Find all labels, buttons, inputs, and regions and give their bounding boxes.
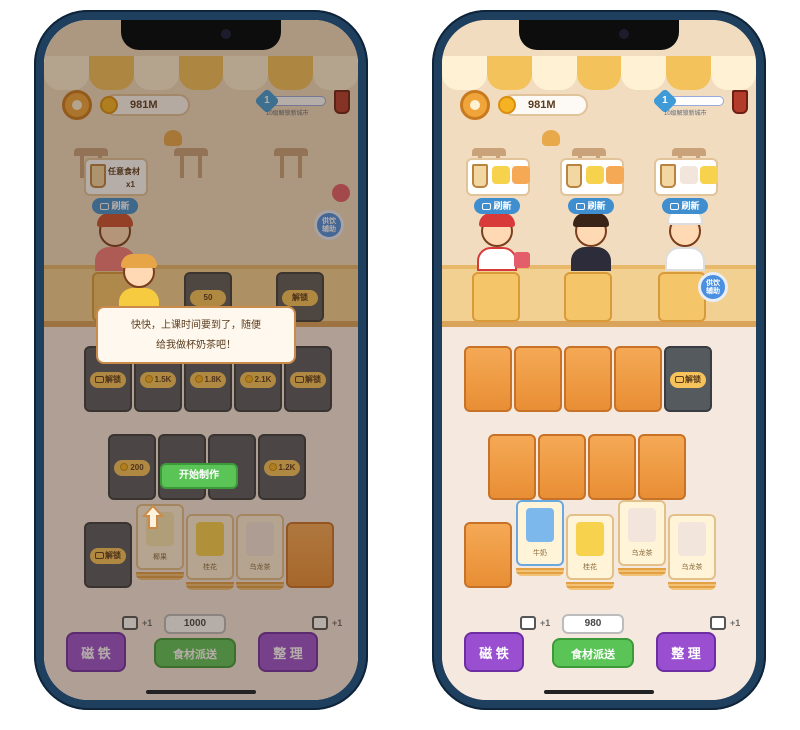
milk-tea-icon: [566, 164, 582, 188]
dispatch-count: 980: [562, 614, 624, 634]
phone-left: 981M 1 10级解锁新城市 任意食材 x1 刷新 供饮 辅助 50 解锁 解…: [34, 10, 368, 710]
wood-card[interactable]: [514, 346, 562, 412]
refresh-button[interactable]: 刷新: [568, 198, 614, 214]
osmanthus-icon: [700, 166, 718, 184]
help-bubble[interactable]: 供饮 辅助: [698, 272, 728, 302]
wood-card[interactable]: [638, 434, 686, 500]
coin-icon: [498, 96, 516, 114]
coin-balance: 981M: [498, 94, 588, 116]
tutorial-girl: [114, 254, 164, 312]
wood-card[interactable]: [464, 346, 512, 412]
refresh-button[interactable]: 刷新: [474, 198, 520, 214]
counter-slot[interactable]: [472, 272, 520, 322]
wood-card[interactable]: [588, 434, 636, 500]
oolong-card[interactable]: 乌龙茶: [618, 500, 666, 566]
awning: [442, 56, 756, 90]
video-icon: [670, 203, 680, 210]
dispatch-button[interactable]: 食材派送: [552, 638, 634, 668]
video-icon: [710, 616, 726, 630]
hand-pointer-icon: [142, 504, 164, 529]
wood-card[interactable]: [538, 434, 586, 500]
ingredient-icon: [680, 166, 698, 184]
milk-tea-icon: [660, 164, 676, 188]
tutorial-dialog: 快快，上课时间要到了，随便 给我做杯奶茶吧！: [96, 306, 296, 364]
notch: [519, 20, 679, 50]
settings-gear-icon[interactable]: [460, 90, 490, 120]
video-icon: [576, 203, 586, 210]
order-card: [466, 158, 530, 196]
home-indicator: [146, 690, 256, 694]
osmanthus-card[interactable]: 桂花: [566, 514, 614, 580]
wood-card[interactable]: [564, 346, 612, 412]
video-icon: [520, 616, 536, 630]
heart-icon: [514, 252, 530, 268]
video-icon: [482, 203, 492, 210]
wood-card[interactable]: [614, 346, 662, 412]
locked-card[interactable]: 解锁: [664, 346, 712, 412]
wood-card[interactable]: [464, 522, 512, 588]
home-indicator: [544, 690, 654, 694]
ingredient-icon: [512, 166, 530, 184]
plant-icon: [542, 130, 560, 146]
notch: [121, 20, 281, 50]
customer-boy-suit: [566, 213, 616, 271]
milk-card[interactable]: 牛奶: [516, 500, 564, 566]
order-card: [560, 158, 624, 196]
game-screen-right: 981M 1 10级解锁新城市 刷新 刷新 刷新 供饮 辅助 解锁 牛奶 桂花 …: [442, 20, 756, 700]
osmanthus-icon: [586, 166, 604, 184]
level-unlock-text: 10级解锁新城市: [664, 111, 707, 117]
milk-tea-icon: [472, 164, 488, 188]
customer-chef: [660, 207, 710, 271]
sort-button[interactable]: 整 理: [656, 632, 716, 672]
video-icon: [675, 376, 684, 383]
magnet-button[interactable]: 磁 铁: [464, 632, 524, 672]
level-progress[interactable]: 1 10级解锁新城市: [652, 88, 730, 120]
osmanthus-icon: [492, 166, 510, 184]
oolong-card[interactable]: 乌龙茶: [668, 514, 716, 580]
wood-card[interactable]: [488, 434, 536, 500]
counter-slot[interactable]: [564, 272, 612, 322]
game-screen-left: 981M 1 10级解锁新城市 任意食材 x1 刷新 供饮 辅助 50 解锁 解…: [44, 20, 358, 700]
phone-right: 981M 1 10级解锁新城市 刷新 刷新 刷新 供饮 辅助 解锁 牛奶 桂花 …: [432, 10, 766, 710]
refresh-button[interactable]: 刷新: [662, 198, 708, 214]
order-card: [654, 158, 718, 196]
start-making-button[interactable]: 开始制作: [160, 463, 238, 489]
tea-cup-icon[interactable]: [732, 90, 748, 114]
coin-value: 981M: [528, 99, 556, 111]
ingredient-icon: [606, 166, 624, 184]
